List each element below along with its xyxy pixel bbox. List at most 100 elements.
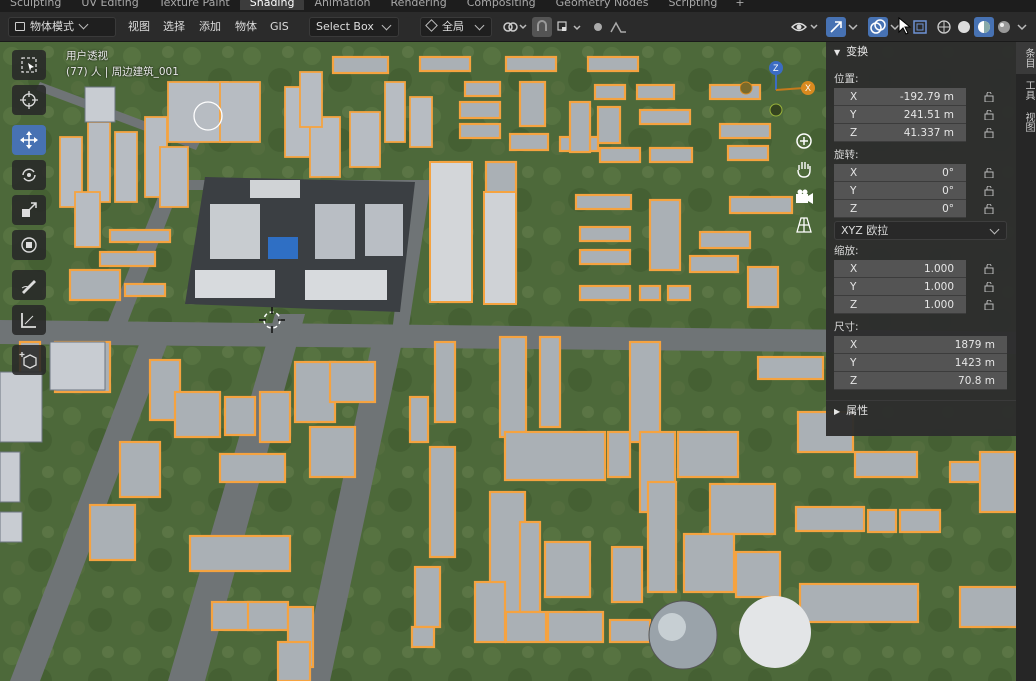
- gizmo-toggle-icon[interactable]: [826, 17, 846, 37]
- lock-icon[interactable]: [984, 127, 996, 139]
- tall-tower[interactable]: [483, 191, 517, 305]
- properties-panel-header[interactable]: ▶ 属性: [826, 400, 1016, 420]
- scale-label: 缩放:: [834, 245, 859, 257]
- tab-tool[interactable]: 工具: [1016, 74, 1036, 106]
- falloff-icon[interactable]: [608, 17, 636, 37]
- scale-y-field[interactable]: Y 1.000: [834, 278, 966, 296]
- sidebar-n-panel: ▼ 变换 位置: X -192.79 m Y 241.51 m Z 41.337 m 旋…: [826, 42, 1016, 436]
- visibility-icon[interactable]: [790, 17, 820, 37]
- tall-tower[interactable]: [429, 161, 473, 303]
- annotate-tool[interactable]: [12, 270, 46, 300]
- cursor-tool[interactable]: [12, 85, 46, 115]
- axis-label: X: [850, 263, 858, 275]
- transform-tool[interactable]: [12, 230, 46, 260]
- dimensions-z-field[interactable]: Z 70.8 m: [834, 372, 1007, 390]
- svg-text:Z: Z: [773, 63, 779, 73]
- solid-shading-icon[interactable]: [954, 17, 974, 37]
- tab-texture-paint[interactable]: Texture Paint: [149, 0, 240, 10]
- chevron-down-icon[interactable]: [1014, 17, 1030, 37]
- mode-label: 物体模式: [30, 20, 74, 33]
- snap-icon[interactable]: [532, 17, 552, 37]
- value: -192.79 m: [899, 91, 954, 103]
- menu-add[interactable]: 添加: [199, 17, 221, 37]
- location-x-field[interactable]: X -192.79 m: [834, 88, 966, 106]
- location-z-field[interactable]: Z 41.337 m: [834, 124, 966, 142]
- tab-animation[interactable]: Animation: [304, 0, 380, 10]
- add-workspace-icon[interactable]: +: [727, 0, 752, 8]
- pan-hand-icon[interactable]: [793, 158, 815, 180]
- lock-icon[interactable]: [984, 281, 996, 293]
- select-box-dropdown[interactable]: Select Box: [309, 17, 399, 37]
- select-box-tool[interactable]: [12, 50, 46, 80]
- overlays-icon[interactable]: [868, 17, 888, 37]
- menu-select[interactable]: 选择: [163, 17, 185, 37]
- rotation-z-field[interactable]: Z 0°: [834, 200, 966, 218]
- snap-target-icon[interactable]: [555, 17, 583, 37]
- zoom-icon[interactable]: [793, 130, 815, 152]
- rendered-shading-icon[interactable]: [994, 17, 1014, 37]
- value: 41.337 m: [903, 127, 954, 139]
- scale-z-field[interactable]: Z 1.000: [834, 296, 966, 314]
- value: 241.51 m: [903, 109, 954, 121]
- menu-view[interactable]: 视图: [128, 17, 150, 37]
- tab-view[interactable]: 视图: [1016, 106, 1036, 138]
- camera-icon[interactable]: [793, 186, 815, 208]
- material-preview-icon[interactable]: [974, 17, 994, 37]
- chevron-down-icon[interactable]: [846, 17, 860, 37]
- lock-icon[interactable]: [984, 91, 996, 103]
- properties-title: 属性: [846, 404, 869, 417]
- lock-icon[interactable]: [984, 185, 996, 197]
- rotate-tool[interactable]: [12, 160, 46, 190]
- move-tool[interactable]: [12, 125, 46, 155]
- scale-tool[interactable]: [12, 195, 46, 225]
- viewport-header: 物体模式 视图 选择 添加 物体 GIS Select Box 全局: [0, 12, 1036, 42]
- tab-sculpting[interactable]: Sculpting: [0, 0, 71, 10]
- location-y-field[interactable]: Y 241.51 m: [834, 106, 966, 124]
- menu-gis[interactable]: GIS: [270, 17, 289, 37]
- xray-icon[interactable]: [910, 17, 930, 37]
- transform-orientation-dropdown[interactable]: 全局: [420, 17, 492, 37]
- svg-text:X: X: [805, 83, 811, 93]
- lock-icon[interactable]: [984, 109, 996, 121]
- rotation-label: 旋转:: [834, 149, 859, 161]
- lock-icon[interactable]: [984, 167, 996, 179]
- tab-item[interactable]: 条目: [1016, 42, 1036, 74]
- axis-label: Z: [850, 127, 858, 139]
- dimensions-y-field[interactable]: Y 1423 m: [834, 354, 1007, 372]
- lock-icon[interactable]: [984, 203, 996, 215]
- measure-tool[interactable]: [12, 305, 46, 335]
- rotation-mode-dropdown[interactable]: XYZ 欧拉: [834, 221, 1007, 240]
- value: 70.8 m: [958, 375, 995, 387]
- value: 1.000: [923, 281, 954, 293]
- tab-compositing[interactable]: Compositing: [457, 0, 546, 10]
- lock-icon[interactable]: [984, 299, 996, 311]
- value: 1.000: [923, 299, 954, 311]
- perspective-grid-icon[interactable]: [793, 214, 815, 236]
- menu-object[interactable]: 物体: [235, 17, 257, 37]
- tab-rendering[interactable]: Rendering: [381, 0, 457, 10]
- orientation-label: 全局: [442, 20, 464, 33]
- panel-expand-icon: ▼: [834, 48, 841, 57]
- blender-window: { "workspace_tabs": ["Sculpting","UV Edi…: [0, 0, 1036, 681]
- pivot-point-icon[interactable]: [500, 17, 528, 37]
- dimensions-x-field[interactable]: X 1879 m: [834, 336, 1007, 354]
- rotation-x-field[interactable]: X 0°: [834, 164, 966, 182]
- add-cube-tool[interactable]: [12, 345, 46, 375]
- tab-scripting[interactable]: Scripting: [658, 0, 727, 10]
- chevron-down-icon: [381, 20, 392, 31]
- sphere-highlight: [658, 613, 686, 641]
- location-label: 位置:: [834, 73, 859, 85]
- workspace-tabs: Sculpting UV Editing Texture Paint Shadi…: [0, 0, 1036, 12]
- wireframe-shading-icon[interactable]: [934, 17, 954, 37]
- axis-label: X: [850, 167, 858, 179]
- tab-shading[interactable]: Shading: [239, 0, 305, 10]
- scale-x-field[interactable]: X 1.000: [834, 260, 966, 278]
- navigation-gizmo[interactable]: Z X: [739, 58, 820, 130]
- lock-icon[interactable]: [984, 263, 996, 275]
- transform-panel-header[interactable]: ▼ 变换: [826, 42, 1016, 62]
- proportional-editing-icon[interactable]: [588, 17, 608, 37]
- rotation-y-field[interactable]: Y 0°: [834, 182, 966, 200]
- tab-geometry-nodes[interactable]: Geometry Nodes: [546, 0, 659, 10]
- tab-uv-editing[interactable]: UV Editing: [71, 0, 148, 10]
- mode-select[interactable]: 物体模式: [8, 17, 116, 37]
